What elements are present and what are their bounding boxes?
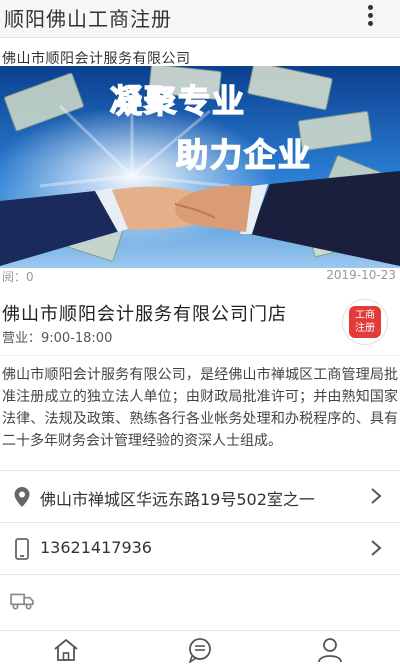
address-row[interactable]: 佛山市禅城区华远东路19号502室之一 — [0, 470, 400, 522]
app-header: 顺阳佛山工商注册 — [0, 0, 400, 38]
phone-row[interactable]: 13621417936 — [0, 522, 400, 574]
view-count: 阅：0 — [2, 270, 34, 284]
user-icon[interactable] — [316, 637, 344, 663]
banner-slogan-line2: 助力企业 — [176, 136, 312, 174]
location-pin-icon — [14, 487, 30, 507]
message-icon[interactable] — [186, 637, 214, 663]
home-icon[interactable] — [52, 637, 80, 663]
logo-stamp: 工商 注册 — [349, 306, 381, 338]
bottom-nav — [0, 630, 400, 666]
divider — [0, 355, 400, 356]
post-date: 2019-10-23 — [326, 268, 396, 282]
chevron-right-icon — [371, 540, 382, 556]
app-title: 顺阳佛山工商注册 — [4, 7, 172, 31]
banner-slogan-line1: 凝聚专业 — [110, 82, 246, 120]
address-text: 佛山市禅城区华远东路19号502室之一 — [40, 490, 315, 509]
phone-number: 13621417936 — [40, 538, 152, 557]
delivery-row[interactable] — [0, 574, 400, 626]
handshake-banner-image: 凝聚专业 助力企业 — [0, 66, 400, 268]
promo-banner[interactable]: 凝聚专业 助力企业 — [0, 66, 400, 268]
store-name: 佛山市顺阳会计服务有限公司门店 — [2, 304, 287, 325]
badge-line2: 注册 — [355, 323, 375, 334]
badge-line1: 工商 — [355, 310, 375, 321]
delivery-truck-icon — [10, 593, 34, 610]
more-vertical-icon[interactable] — [358, 2, 382, 30]
chevron-right-icon — [371, 488, 382, 504]
phone-icon — [15, 538, 29, 560]
business-hours: 营业：9:00-18:00 — [2, 331, 113, 346]
company-description: 佛山市顺阳会计服务有限公司，是经佛山市禅城区工商管理局批准注册成立的独立法人单位… — [2, 367, 398, 449]
business-logo-badge: 工商 注册 — [339, 299, 395, 347]
banner-caption: 佛山市顺阳会计服务有限公司 — [2, 51, 191, 67]
